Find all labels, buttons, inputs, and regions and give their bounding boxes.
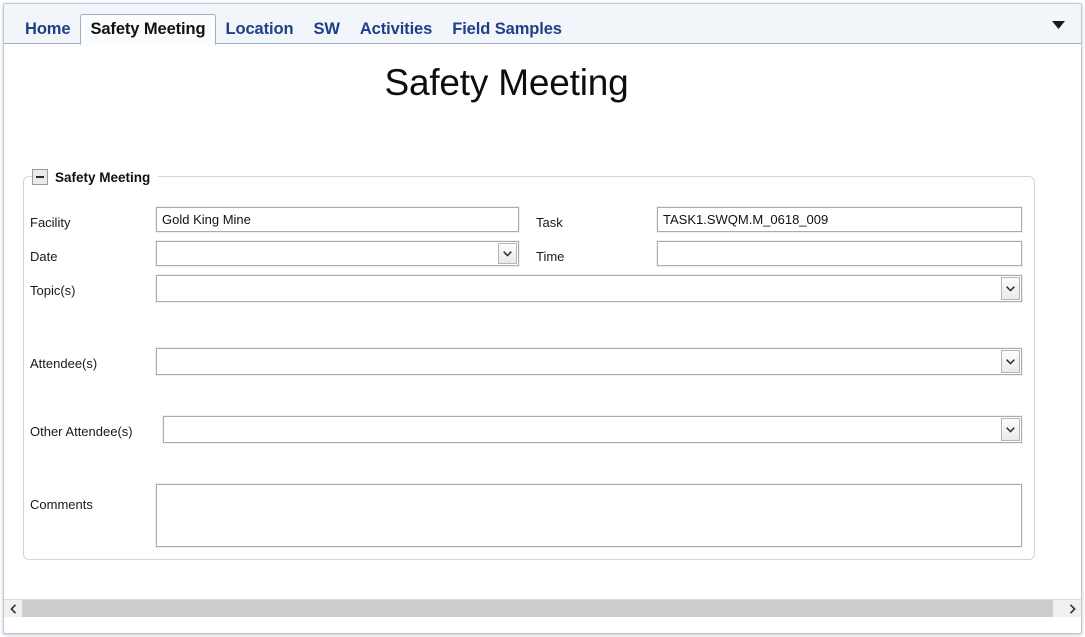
facility-label: Facility	[30, 215, 71, 230]
other-attendees-dropdown-button[interactable]	[1001, 418, 1020, 441]
minus-icon	[36, 176, 44, 178]
other-attendees-label: Other Attendee(s)	[30, 424, 133, 439]
attendees-dropdown-button[interactable]	[1001, 350, 1020, 373]
tab-label: Activities	[359, 19, 433, 38]
scrollbar-thumb[interactable]	[22, 600, 1053, 617]
tab-label: Home	[25, 19, 71, 38]
collapse-toggle-button[interactable]	[32, 169, 48, 185]
tab-activities[interactable]: Activities	[350, 13, 442, 44]
tab-home[interactable]: Home	[15, 13, 80, 44]
attendees-input[interactable]	[157, 349, 1001, 374]
chevron-down-icon	[1006, 358, 1015, 365]
groupbox-header: Safety Meeting	[32, 167, 159, 187]
page-title: Safety Meeting	[384, 62, 629, 103]
application-window: Home Safety Meeting Location SW Activiti…	[3, 3, 1082, 634]
tab-label: Safety Meeting	[90, 20, 206, 38]
tab-field-samples[interactable]: Field Samples	[442, 13, 572, 44]
other-attendees-input[interactable]	[164, 417, 1001, 442]
chevron-right-icon	[1069, 603, 1076, 614]
comments-textarea[interactable]	[156, 484, 1022, 547]
tab-label: SW	[313, 19, 340, 38]
topics-combobox[interactable]	[156, 275, 1022, 302]
chevron-left-icon	[9, 603, 16, 614]
time-label: Time	[536, 249, 565, 264]
scrollbar-track[interactable]	[22, 600, 1063, 617]
tab-label: Location	[225, 19, 294, 38]
date-combobox[interactable]	[156, 241, 519, 266]
topics-label: Topic(s)	[30, 283, 76, 298]
task-label: Task	[536, 215, 563, 230]
safety-meeting-groupbox: Safety Meeting Facility Gold King Mine T…	[23, 167, 1035, 560]
time-input[interactable]	[657, 241, 1022, 266]
date-label: Date	[30, 249, 58, 264]
attendees-label: Attendee(s)	[30, 356, 98, 371]
comments-label: Comments	[30, 497, 93, 512]
task-input[interactable]: TASK1.SWQM.M_0618_009	[657, 207, 1022, 232]
topics-input[interactable]	[157, 276, 1001, 301]
chevron-down-icon	[1006, 426, 1015, 433]
horizontal-scrollbar[interactable]	[4, 599, 1081, 617]
tab-sw[interactable]: SW	[303, 13, 349, 44]
other-attendees-combobox[interactable]	[163, 416, 1022, 443]
chevron-down-icon	[503, 250, 512, 257]
groupbox-title: Safety Meeting	[55, 169, 151, 185]
date-dropdown-button[interactable]	[498, 243, 517, 264]
facility-input[interactable]: Gold King Mine	[156, 207, 519, 232]
attendees-combobox[interactable]	[156, 348, 1022, 375]
chevron-down-icon	[1006, 285, 1015, 292]
tab-label: Field Samples	[452, 19, 562, 38]
tab-overflow-button[interactable]	[1047, 15, 1069, 35]
tab-list: Home Safety Meeting Location SW Activiti…	[15, 12, 572, 45]
date-input[interactable]	[157, 242, 498, 265]
tab-safety-meeting[interactable]: Safety Meeting	[80, 14, 216, 45]
scroll-right-button[interactable]	[1063, 600, 1081, 617]
page-content: Safety Meeting Safety Meeting Facility G…	[4, 44, 1081, 617]
scroll-left-button[interactable]	[4, 600, 22, 617]
topics-dropdown-button[interactable]	[1001, 277, 1020, 300]
chevron-down-icon	[1051, 21, 1065, 29]
tab-bar: Home Safety Meeting Location SW Activiti…	[4, 4, 1081, 45]
tab-location[interactable]: Location	[216, 13, 304, 44]
